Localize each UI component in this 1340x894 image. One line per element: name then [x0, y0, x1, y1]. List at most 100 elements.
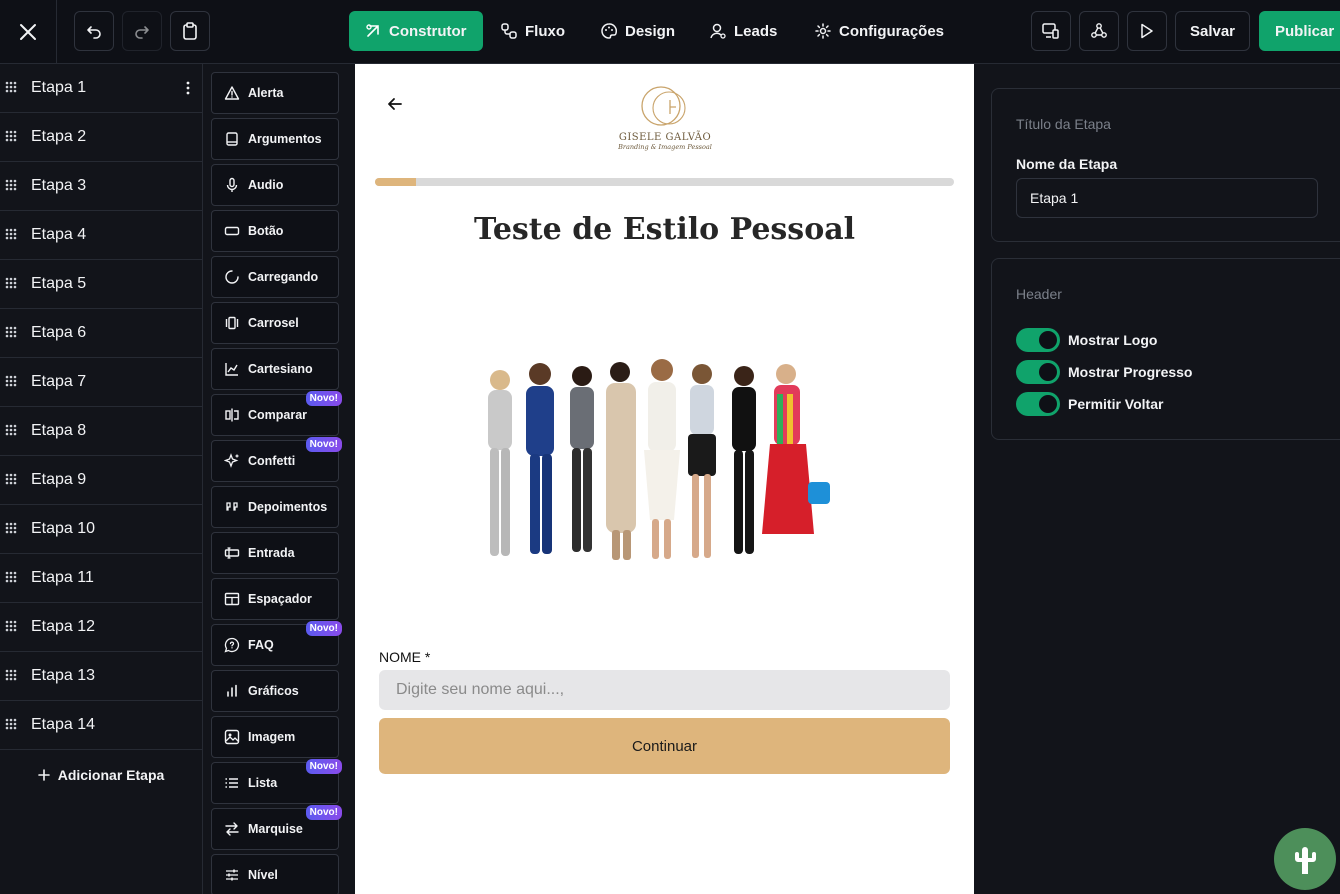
cactus-icon [1295, 847, 1316, 874]
publish-button[interactable]: Publicar [1259, 11, 1340, 51]
tab-construtor[interactable]: Construtor [349, 11, 483, 51]
drag-handle-icon[interactable] [5, 179, 19, 193]
integrations-button[interactable] [1079, 11, 1119, 51]
step-item[interactable]: Etapa 12 [0, 603, 202, 652]
show-logo-toggle[interactable] [1016, 328, 1060, 352]
step-item[interactable]: Etapa 9 [0, 456, 202, 505]
step-item[interactable]: Etapa 14 [0, 701, 202, 750]
clipboard-button[interactable] [170, 11, 210, 51]
component-lista[interactable]: Lista Novo! [211, 759, 342, 804]
name-input[interactable]: Digite seu nome aqui..., [379, 670, 950, 710]
close-button[interactable] [0, 0, 57, 64]
step-item[interactable]: Etapa 13 [0, 652, 202, 701]
play-preview-button[interactable] [1127, 11, 1167, 51]
step-item[interactable]: Etapa 6 [0, 309, 202, 358]
drag-handle-icon[interactable] [5, 424, 19, 438]
drag-handle-icon[interactable] [5, 669, 19, 683]
redo-button[interactable] [122, 11, 162, 51]
section-title: Header [1016, 286, 1062, 302]
component-carrosel[interactable]: Carrosel [211, 302, 339, 344]
tab-configuracoes[interactable]: Configurações [815, 11, 944, 51]
component-nivel[interactable]: Nível [211, 854, 339, 894]
component-cartesiano[interactable]: Cartesiano [211, 348, 339, 390]
component-audio[interactable]: Audio [211, 164, 339, 206]
close-icon [20, 24, 36, 40]
sliders-icon [226, 869, 238, 881]
component-faq[interactable]: FAQ Novo! [211, 621, 342, 666]
step-item[interactable]: Etapa 8 [0, 407, 202, 456]
more-vertical-icon[interactable] [186, 81, 190, 95]
step-item[interactable]: Etapa 10 [0, 505, 202, 554]
drag-handle-icon[interactable] [5, 375, 19, 389]
step-item[interactable]: Etapa 1 [0, 64, 202, 113]
drag-handle-icon[interactable] [5, 718, 19, 732]
component-carregando[interactable]: Carregando [211, 256, 339, 298]
drag-handle-icon[interactable] [5, 473, 19, 487]
component-label: Audio [248, 178, 284, 192]
drag-handle-icon[interactable] [5, 326, 19, 340]
tab-leads[interactable]: Leads [710, 11, 777, 51]
book-icon [226, 132, 238, 146]
compare-icon [225, 408, 239, 422]
toggle-row-allow-back[interactable]: Permitir Voltar [1016, 392, 1163, 416]
component-marquise[interactable]: Marquise Novo! [211, 805, 342, 850]
component-label: Botão [248, 224, 284, 238]
step-item[interactable]: Etapa 5 [0, 260, 202, 309]
back-button[interactable] [387, 96, 403, 112]
input-icon [224, 547, 240, 559]
show-progress-toggle[interactable] [1016, 360, 1060, 384]
component-argumentos[interactable]: Argumentos [211, 118, 339, 160]
drag-handle-icon[interactable] [5, 228, 19, 242]
component-espacador[interactable]: Espaçador [211, 578, 339, 620]
component-confetti[interactable]: Confetti Novo! [211, 437, 342, 482]
drag-handle-icon[interactable] [5, 277, 19, 291]
component-imagem[interactable]: Imagem [211, 716, 339, 758]
step-name-input[interactable]: Etapa 1 [1016, 178, 1318, 218]
toggle-row-show-logo[interactable]: Mostrar Logo [1016, 328, 1157, 352]
toggle-row-show-progress[interactable]: Mostrar Progresso [1016, 360, 1192, 384]
component-graficos[interactable]: Gráficos [211, 670, 339, 712]
component-comparar[interactable]: Comparar Novo! [211, 391, 342, 436]
responsive-preview-button[interactable] [1031, 11, 1071, 51]
step-item[interactable]: Etapa 2 [0, 113, 202, 162]
drag-handle-icon[interactable] [5, 81, 19, 95]
drag-handle-icon[interactable] [5, 522, 19, 536]
component-botao[interactable]: Botão [211, 210, 339, 252]
component-label: FAQ [248, 638, 274, 652]
gear-icon [815, 23, 831, 39]
drag-handle-icon[interactable] [5, 620, 19, 634]
add-step-button[interactable]: Adicionar Etapa [0, 750, 202, 800]
new-badge: Novo! [305, 759, 342, 774]
continue-button[interactable]: Continuar [379, 718, 950, 774]
spacer-icon [224, 592, 240, 606]
component-label: Cartesiano [248, 362, 313, 376]
help-chat-button[interactable] [1274, 828, 1336, 890]
monogram-logo-icon [641, 86, 686, 126]
header-card: Header Mostrar Logo Mostrar Progresso Pe… [991, 258, 1340, 440]
new-badge: Novo! [305, 621, 342, 636]
tab-design[interactable]: Design [601, 11, 675, 51]
step-label: Etapa 14 [31, 716, 96, 733]
toggle-knob [1039, 331, 1057, 349]
save-button[interactable]: Salvar [1175, 11, 1250, 51]
tab-fluxo[interactable]: Fluxo [501, 11, 565, 51]
new-badge: Novo! [305, 805, 342, 820]
image-icon [224, 729, 240, 745]
step-item[interactable]: Etapa 3 [0, 162, 202, 211]
faq-icon [224, 637, 240, 653]
step-item[interactable]: Etapa 7 [0, 358, 202, 407]
quote-icon [226, 502, 238, 511]
brand-logo: GISELE GALVÃO Branding & Imagem Pessoal [617, 84, 713, 162]
arrow-left-icon [388, 98, 402, 110]
drag-handle-icon[interactable] [5, 571, 19, 585]
component-entrada[interactable]: Entrada [211, 532, 339, 574]
mic-icon [226, 177, 238, 192]
component-alerta[interactable]: Alerta [211, 72, 339, 114]
step-item[interactable]: Etapa 4 [0, 211, 202, 260]
play-icon [1141, 23, 1153, 39]
component-depoimentos[interactable]: Depoimentos [211, 486, 339, 528]
undo-button[interactable] [74, 11, 114, 51]
step-item[interactable]: Etapa 11 [0, 554, 202, 603]
drag-handle-icon[interactable] [5, 130, 19, 144]
allow-back-toggle[interactable] [1016, 392, 1060, 416]
